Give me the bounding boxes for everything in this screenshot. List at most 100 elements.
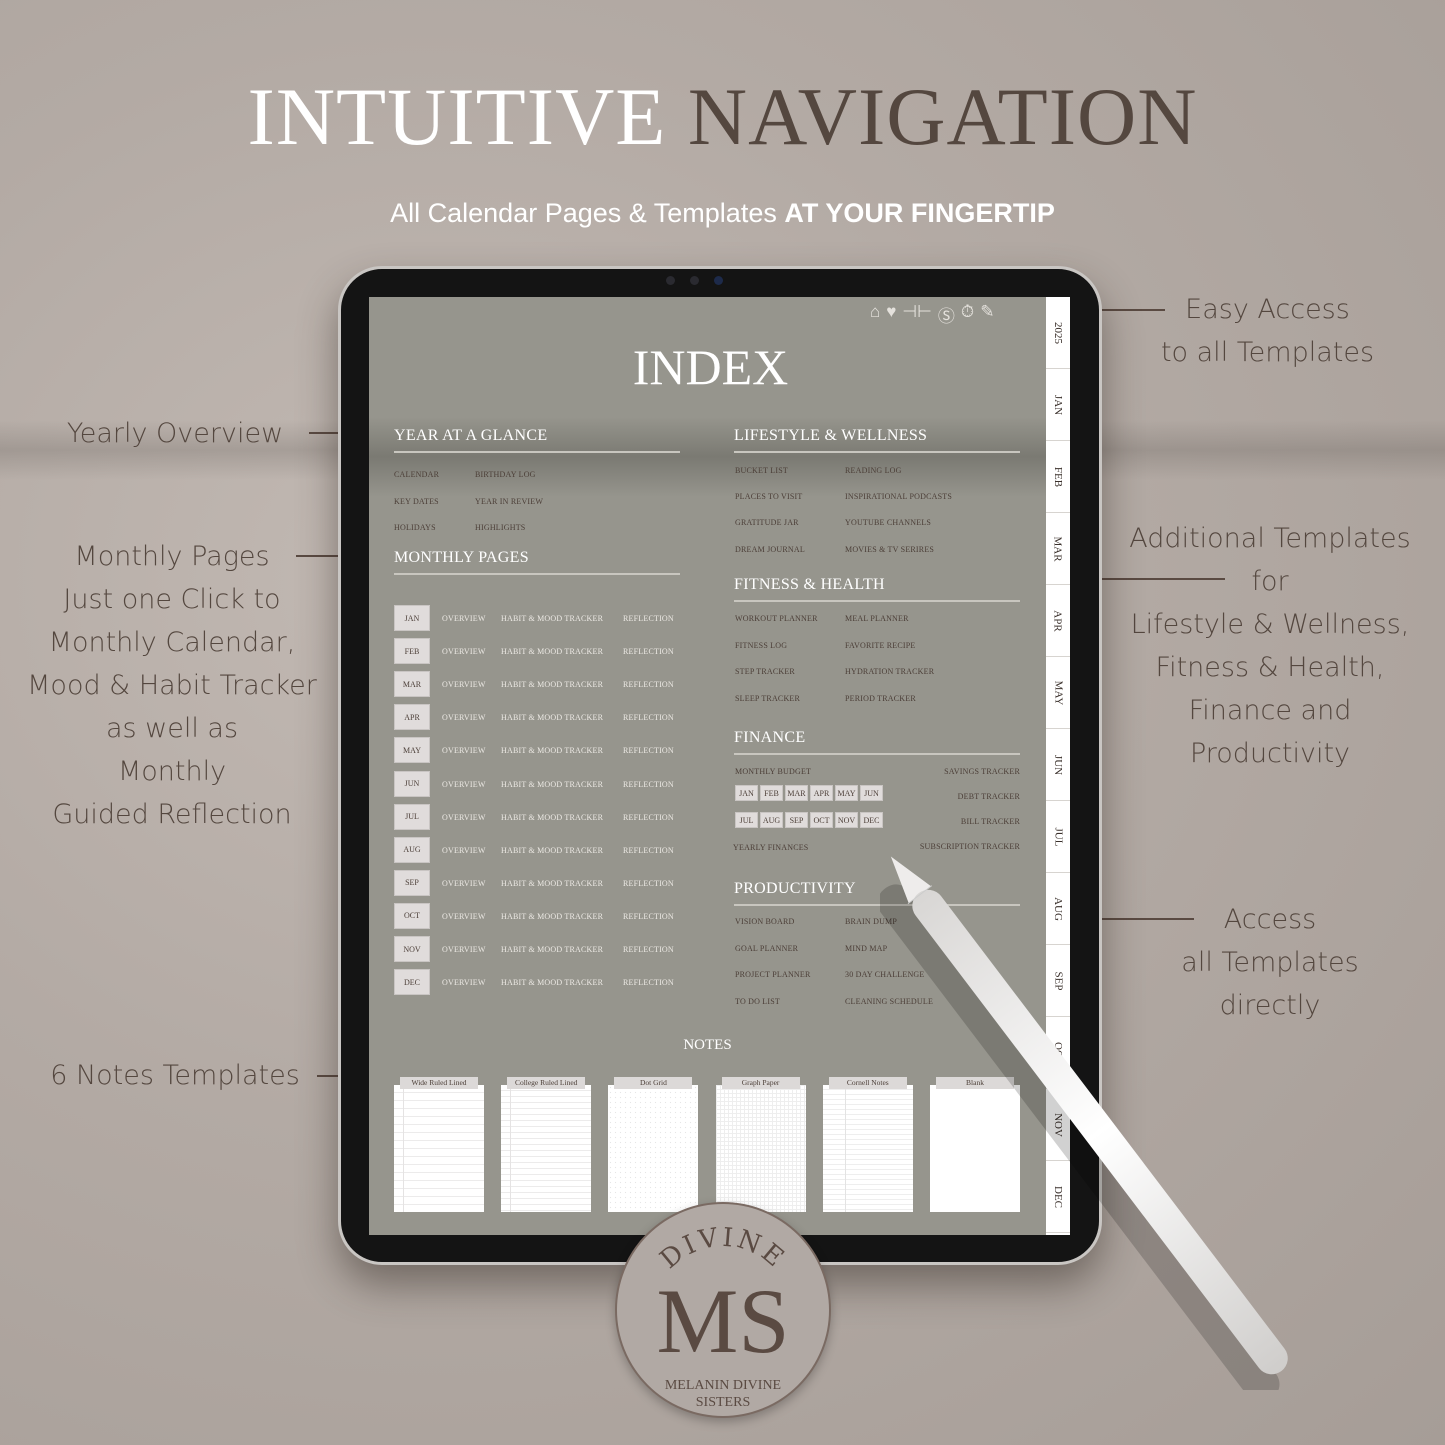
- habit-mood-tracker-link[interactable]: HABIT & MOOD TRACKER: [501, 879, 603, 888]
- finance-month-jul[interactable]: JUL: [735, 812, 758, 828]
- overview-link[interactable]: OVERVIEW: [442, 713, 486, 722]
- reflection-link[interactable]: REFLECTION: [623, 713, 674, 722]
- finance-month-feb[interactable]: FEB: [760, 785, 783, 801]
- index-link[interactable]: STEP TRACKER: [735, 667, 795, 676]
- side-tab-mar[interactable]: MAR: [1046, 513, 1070, 585]
- index-link[interactable]: HOLIDAYS: [394, 523, 436, 532]
- overview-link[interactable]: OVERVIEW: [442, 614, 486, 623]
- monthly-budget-link[interactable]: MONTHLY BUDGET: [735, 767, 811, 776]
- home-icon[interactable]: ⌂: [870, 302, 880, 327]
- month-button-aug[interactable]: AUG: [394, 836, 430, 863]
- habit-mood-tracker-link[interactable]: HABIT & MOOD TRACKER: [501, 813, 603, 822]
- index-link[interactable]: READING LOG: [845, 466, 902, 475]
- note-template-card[interactable]: [394, 1085, 484, 1212]
- habit-mood-tracker-link[interactable]: HABIT & MOOD TRACKER: [501, 680, 603, 689]
- index-link[interactable]: GRATITUDE JAR: [735, 518, 799, 527]
- stopwatch-icon[interactable]: ⏱: [961, 302, 974, 327]
- habit-mood-tracker-link[interactable]: HABIT & MOOD TRACKER: [501, 746, 603, 755]
- reflection-link[interactable]: REFLECTION: [623, 813, 674, 822]
- index-link[interactable]: WORKOUT PLANNER: [735, 614, 818, 623]
- finance-month-sep[interactable]: SEP: [785, 812, 808, 828]
- overview-link[interactable]: OVERVIEW: [442, 945, 486, 954]
- reflection-link[interactable]: REFLECTION: [623, 978, 674, 987]
- reflection-link[interactable]: REFLECTION: [623, 647, 674, 656]
- index-link[interactable]: FITNESS LOG: [735, 641, 787, 650]
- reflection-link[interactable]: REFLECTION: [623, 879, 674, 888]
- month-button-sep[interactable]: SEP: [394, 869, 430, 896]
- habit-mood-tracker-link[interactable]: HABIT & MOOD TRACKER: [501, 978, 603, 987]
- index-link[interactable]: YOUTUBE CHANNELS: [845, 518, 931, 527]
- note-template-card[interactable]: [608, 1085, 699, 1212]
- heart-icon[interactable]: ♥: [886, 302, 896, 327]
- finance-tracker-link[interactable]: SAVINGS TRACKER: [820, 767, 1020, 776]
- finance-month-mar[interactable]: MAR: [785, 785, 808, 801]
- index-link[interactable]: MEAL PLANNER: [845, 614, 909, 623]
- overview-link[interactable]: OVERVIEW: [442, 647, 486, 656]
- month-button-jan[interactable]: JAN: [394, 605, 430, 631]
- month-button-apr[interactable]: APR: [394, 704, 430, 731]
- index-link[interactable]: GOAL PLANNER: [735, 944, 798, 953]
- overview-link[interactable]: OVERVIEW: [442, 813, 486, 822]
- month-button-dec[interactable]: DEC: [394, 969, 430, 996]
- index-link[interactable]: HYDRATION TRACKER: [845, 667, 934, 676]
- habit-mood-tracker-link[interactable]: HABIT & MOOD TRACKER: [501, 780, 603, 789]
- index-link[interactable]: YEAR IN REVIEW: [475, 497, 543, 506]
- reflection-link[interactable]: REFLECTION: [623, 912, 674, 921]
- side-tab-apr[interactable]: APR: [1046, 585, 1070, 657]
- habit-mood-tracker-link[interactable]: HABIT & MOOD TRACKER: [501, 713, 603, 722]
- index-link[interactable]: PERIOD TRACKER: [845, 694, 916, 703]
- note-template-card[interactable]: [715, 1085, 806, 1212]
- index-link[interactable]: TO DO LIST: [735, 997, 780, 1006]
- habit-mood-tracker-link[interactable]: HABIT & MOOD TRACKER: [501, 912, 603, 921]
- overview-link[interactable]: OVERVIEW: [442, 680, 486, 689]
- month-button-nov[interactable]: NOV: [394, 936, 430, 962]
- overview-link[interactable]: OVERVIEW: [442, 912, 486, 921]
- index-link[interactable]: CALENDAR: [394, 470, 439, 479]
- overview-link[interactable]: OVERVIEW: [442, 780, 486, 789]
- index-link[interactable]: HIGHLIGHTS: [475, 523, 525, 532]
- index-link[interactable]: PROJECT PLANNER: [735, 970, 811, 979]
- side-tab-jun[interactable]: JUN: [1046, 729, 1070, 801]
- month-button-jul[interactable]: JUL: [394, 803, 430, 830]
- habit-mood-tracker-link[interactable]: HABIT & MOOD TRACKER: [501, 945, 603, 954]
- habit-mood-tracker-link[interactable]: HABIT & MOOD TRACKER: [501, 846, 603, 855]
- month-button-may[interactable]: MAY: [394, 737, 430, 764]
- index-link[interactable]: PLACES TO VISIT: [735, 492, 802, 501]
- reflection-link[interactable]: REFLECTION: [623, 614, 674, 623]
- habit-mood-tracker-link[interactable]: HABIT & MOOD TRACKER: [501, 647, 603, 656]
- overview-link[interactable]: OVERVIEW: [442, 879, 486, 888]
- finance-tracker-link[interactable]: DEBT TRACKER: [820, 792, 1020, 801]
- index-link[interactable]: BIRTHDAY LOG: [475, 470, 536, 479]
- dumbbell-icon[interactable]: ⊣⊢: [902, 302, 932, 327]
- month-button-oct[interactable]: OCT: [394, 902, 430, 929]
- index-link[interactable]: INSPIRATIONAL PODCASTS: [845, 492, 952, 501]
- index-link[interactable]: VISION BOARD: [735, 917, 795, 926]
- overview-link[interactable]: OVERVIEW: [442, 978, 486, 987]
- month-button-feb[interactable]: FEB: [394, 638, 430, 665]
- index-link[interactable]: FAVORITE RECIPE: [845, 641, 916, 650]
- side-tab-feb[interactable]: FEB: [1046, 441, 1070, 513]
- side-tab-may[interactable]: MAY: [1046, 657, 1070, 729]
- finance-month-aug[interactable]: AUG: [760, 812, 783, 828]
- finance-month-jan[interactable]: JAN: [735, 785, 758, 801]
- month-button-mar[interactable]: MAR: [394, 671, 430, 698]
- reflection-link[interactable]: REFLECTION: [623, 945, 674, 954]
- index-link[interactable]: SLEEP TRACKER: [735, 694, 800, 703]
- reflection-link[interactable]: REFLECTION: [623, 780, 674, 789]
- yearly-finances-link[interactable]: YEARLY FINANCES: [733, 843, 808, 852]
- finance-tracker-link[interactable]: BILL TRACKER: [820, 817, 1020, 826]
- index-link[interactable]: MOVIES & TV SERIRES: [845, 545, 934, 554]
- index-link[interactable]: DREAM JOURNAL: [735, 545, 805, 554]
- overview-link[interactable]: OVERVIEW: [442, 746, 486, 755]
- reflection-link[interactable]: REFLECTION: [623, 680, 674, 689]
- index-link[interactable]: KEY DATES: [394, 497, 439, 506]
- month-button-jun[interactable]: JUN: [394, 770, 430, 797]
- pencil-icon[interactable]: ✎: [980, 302, 994, 327]
- index-link[interactable]: BUCKET LIST: [735, 466, 788, 475]
- note-template-card[interactable]: [501, 1085, 592, 1212]
- dollar-coin-icon[interactable]: Ⓢ: [938, 302, 955, 327]
- reflection-link[interactable]: REFLECTION: [623, 746, 674, 755]
- habit-mood-tracker-link[interactable]: HABIT & MOOD TRACKER: [501, 614, 603, 623]
- overview-link[interactable]: OVERVIEW: [442, 846, 486, 855]
- reflection-link[interactable]: REFLECTION: [623, 846, 674, 855]
